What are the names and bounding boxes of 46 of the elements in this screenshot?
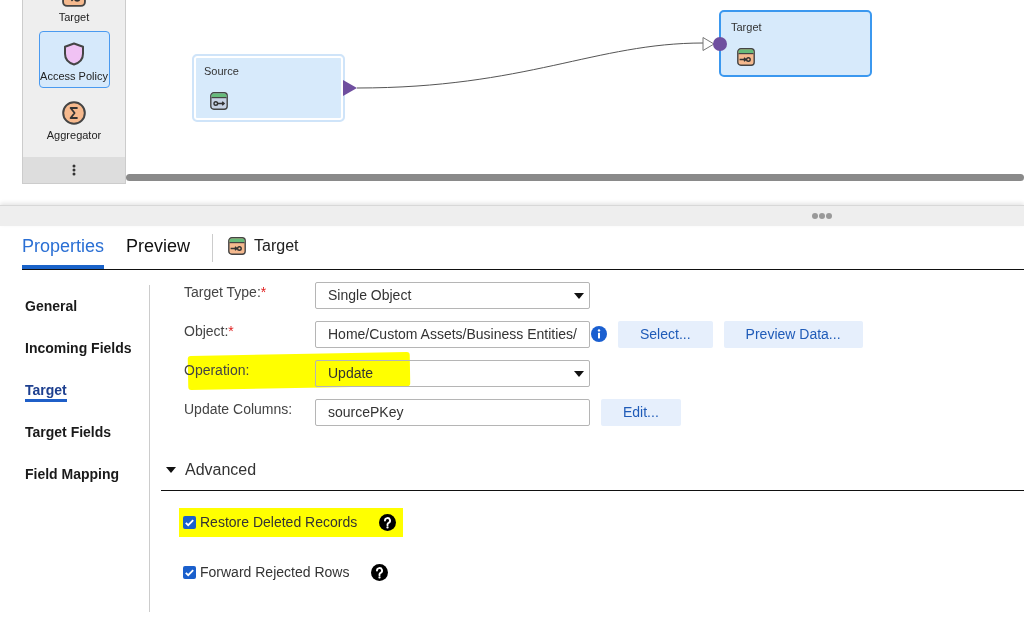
palette-item[interactable]: Target: [38, 0, 110, 29]
info-icon[interactable]: [591, 326, 607, 342]
checkbox-label: Forward Rejected Rows: [200, 562, 350, 582]
input-port-icon[interactable]: [713, 37, 727, 51]
canvas-node[interactable]: Target: [719, 10, 872, 77]
dropdown[interactable]: Update: [315, 360, 590, 387]
field-label: Target Type:: [184, 283, 261, 302]
section-toggle[interactable]: Advanced: [166, 457, 257, 482]
node-label: Source: [204, 64, 239, 78]
field-label: Object:: [184, 322, 229, 341]
sigma-icon: [62, 101, 86, 125]
grip-icon: [812, 213, 832, 219]
action-button[interactable]: Edit...: [601, 399, 681, 426]
caret-icon: [574, 292, 584, 299]
text-field[interactable]: sourcePKey: [315, 399, 590, 426]
action-button[interactable]: Select...: [618, 321, 713, 348]
output-port-icon[interactable]: [343, 80, 357, 96]
nav-item[interactable]: Target Fields: [22, 411, 149, 453]
required-mark: *: [260, 283, 267, 302]
help-icon[interactable]: [371, 563, 389, 581]
nav-item[interactable]: General: [22, 285, 149, 327]
more-icon: [72, 164, 76, 176]
nav-item[interactable]: Field Mapping: [22, 453, 149, 495]
target-icon: [737, 48, 755, 66]
shield-icon: [62, 42, 86, 66]
palette-item[interactable]: Aggregator: [38, 90, 110, 147]
node-label: Target: [731, 20, 762, 34]
dropdown[interactable]: Single Object: [315, 282, 590, 309]
checkbox[interactable]: [183, 565, 196, 579]
target-icon: [228, 236, 247, 255]
canvas-node[interactable]: Source: [192, 54, 345, 122]
nav-item[interactable]: Target: [22, 369, 149, 411]
help-icon[interactable]: [379, 513, 397, 531]
checkbox-label: Restore Deleted Records: [200, 512, 358, 532]
required-mark: *: [228, 322, 234, 341]
panel-title: Target: [254, 235, 299, 256]
caret-icon: [574, 370, 584, 377]
tab[interactable]: Preview: [126, 226, 191, 269]
source-icon: [210, 92, 228, 110]
tab[interactable]: Properties: [22, 226, 105, 269]
action-button[interactable]: Preview Data...: [723, 321, 863, 348]
field-label: Update Columns:: [184, 400, 293, 419]
nav-item[interactable]: Incoming Fields: [22, 327, 149, 369]
horizontal-scrollbar[interactable]: [126, 174, 1024, 181]
text-field[interactable]: Home/Custom Assets/Business Entities/: [315, 321, 590, 348]
palette-item[interactable]: Access Policy: [38, 31, 110, 88]
